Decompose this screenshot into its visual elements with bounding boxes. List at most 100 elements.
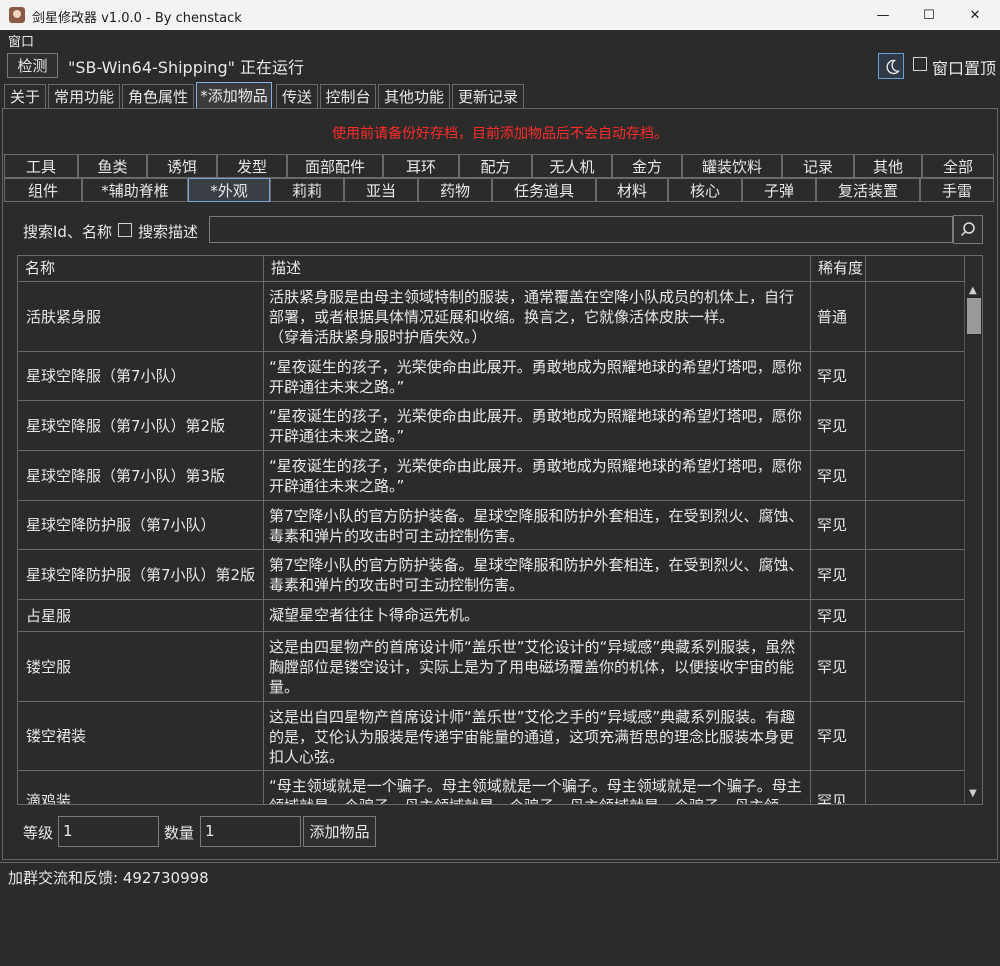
scroll-down-icon[interactable]: ▼: [969, 788, 977, 799]
item-desc-cell: 这是由四星物产的首席设计师“盖乐世”艾伦设计的“异域感”典藏系列服装，虽然胸膛部…: [264, 632, 811, 701]
category-tab[interactable]: 材料: [596, 178, 668, 202]
item-extra-cell: [866, 501, 965, 549]
close-button[interactable]: ✕: [952, 0, 998, 30]
item-desc-cell: 第7空降小队的官方防护装备。星球空降服和防护外套相连，在受到烈火、腐蚀、毒素和弹…: [264, 501, 811, 549]
category-tab[interactable]: 莉莉: [270, 178, 344, 202]
column-header-desc[interactable]: 描述: [264, 256, 811, 282]
moon-icon: [886, 59, 901, 75]
item-name-cell: 镂空裙装: [18, 702, 264, 770]
category-tab[interactable]: 复活装置: [816, 178, 920, 202]
table-row[interactable]: 滴鸡装“母主领域就是一个骗子。母主领域就是一个骗子。母主领域就是一个骗子。母主领…: [18, 771, 965, 804]
category-tab[interactable]: 其他: [854, 154, 922, 178]
item-desc-cell: 活肤紧身服是由母主领域特制的服装，通常覆盖在空降小队成员的机体上，自行部署，或者…: [264, 282, 811, 351]
item-name-cell: 星球空降服（第7小队）: [18, 352, 264, 400]
footer-contact: 加群交流和反馈: 492730998: [8, 869, 209, 887]
item-rarity-cell: 罕见: [811, 600, 866, 631]
table-row[interactable]: 星球空降服（第7小队）第3版 “星夜诞生的孩子，光荣使命由此展开。勇敢地成为照耀地…: [18, 451, 965, 501]
footer-divider: [0, 862, 1000, 863]
item-desc-cell: “星夜诞生的孩子，光荣使命由此展开。勇敢地成为照耀地球的希望灯塔吧，愿你开辟通往…: [264, 451, 811, 500]
quantity-label: 数量: [164, 824, 195, 842]
items-table[interactable]: 名称 描述 稀有度 活肤紧身服 活肤紧身服是由母主领域特制的服装，通常覆盖在空降小…: [17, 255, 983, 805]
table-row[interactable]: 占星服 凝望星空者往往卜得命运先机。 罕见: [18, 600, 965, 632]
category-tab[interactable]: 鱼类: [78, 154, 147, 178]
item-name-cell: 活肤紧身服: [18, 282, 264, 351]
category-tab[interactable]: 工具: [4, 154, 78, 178]
item-desc-cell: 凝望星空者往往卜得命运先机。: [264, 600, 811, 631]
category-tab[interactable]: 亚当: [344, 178, 418, 202]
table-row[interactable]: 星球空降防护服（第7小队） 第7空降小队的官方防护装备。星球空降服和防护外套相连，…: [18, 501, 965, 550]
item-rarity-cell: 罕见: [811, 771, 866, 804]
item-extra-cell: [866, 771, 965, 804]
category-tab[interactable]: 记录: [782, 154, 854, 178]
table-scrollbar[interactable]: ▲ ▼: [964, 282, 982, 804]
table-row[interactable]: 星球空降服（第7小队）第2版 “星夜诞生的孩子，光荣使命由此展开。勇敢地成为照耀地…: [18, 401, 965, 451]
category-tab[interactable]: *外观: [188, 178, 270, 202]
category-tab[interactable]: 发型: [217, 154, 287, 178]
table-row[interactable]: 活肤紧身服 活肤紧身服是由母主领域特制的服装，通常覆盖在空降小队成员的机体上，自行…: [18, 282, 965, 352]
main-tab[interactable]: 其他功能: [378, 84, 450, 109]
column-header-name[interactable]: 名称: [18, 256, 264, 282]
maximize-button[interactable]: ☐: [906, 0, 952, 30]
minimize-button[interactable]: —: [860, 0, 906, 30]
search-button[interactable]: [953, 215, 983, 244]
item-rarity-cell: 罕见: [811, 451, 866, 500]
item-name-cell: 星球空降防护服（第7小队）: [18, 501, 264, 549]
level-label: 等级: [23, 824, 54, 842]
main-tab[interactable]: 常用功能: [48, 84, 120, 109]
category-tab[interactable]: *辅助脊椎: [82, 178, 188, 202]
item-name-cell: 星球空降防护服（第7小队）第2版: [18, 550, 264, 599]
category-tab[interactable]: 核心: [668, 178, 742, 202]
item-rarity-cell: 罕见: [811, 501, 866, 549]
level-input[interactable]: 1: [58, 816, 159, 847]
menu-window[interactable]: 窗口: [8, 31, 34, 50]
title-bar[interactable]: 剑星修改器 v1.0.0 - By chenstack — ☐ ✕: [0, 0, 1000, 30]
main-tab[interactable]: *添加物品: [196, 82, 272, 109]
detect-button[interactable]: 检测: [7, 53, 58, 78]
search-desc-checkbox[interactable]: [118, 223, 132, 237]
category-tab[interactable]: 耳环: [383, 154, 459, 178]
scroll-thumb[interactable]: [967, 298, 981, 334]
table-row[interactable]: 星球空降服（第7小队） “星夜诞生的孩子，光荣使命由此展开。勇敢地成为照耀地球的希…: [18, 352, 965, 401]
category-tab[interactable]: 诱饵: [147, 154, 217, 178]
column-header-extra: [866, 256, 965, 282]
item-rarity-cell: 罕见: [811, 550, 866, 599]
table-row[interactable]: 星球空降防护服（第7小队）第2版 第7空降小队的官方防护装备。星球空降服和防护外套…: [18, 550, 965, 600]
category-tab[interactable]: 无人机: [532, 154, 612, 178]
item-rarity-cell: 罕见: [811, 352, 866, 400]
process-status: "SB-Win64-Shipping" 正在运行: [68, 58, 305, 77]
search-icon: [960, 222, 975, 237]
item-desc-cell: 第7空降小队的官方防护装备。星球空降服和防护外套相连，在受到烈火、腐蚀、毒素和弹…: [264, 550, 811, 599]
app-icon: [9, 7, 25, 23]
add-item-button[interactable]: 添加物品: [303, 816, 376, 847]
item-desc-cell: “星夜诞生的孩子，光荣使命由此展开。勇敢地成为照耀地球的希望灯塔吧，愿你开辟通往…: [264, 401, 811, 450]
item-desc-cell: “星夜诞生的孩子，光荣使命由此展开。勇敢地成为照耀地球的希望灯塔吧，愿你开辟通往…: [264, 352, 811, 400]
category-tab[interactable]: 手雷: [920, 178, 994, 202]
theme-toggle-button[interactable]: [878, 53, 904, 79]
main-tab[interactable]: 传送: [276, 84, 318, 109]
main-tab[interactable]: 更新记录: [452, 84, 524, 109]
pin-window-checkbox[interactable]: [913, 57, 927, 71]
backup-warning: 使用前请备份好存档，目前添加物品后不会自动存档。: [332, 126, 668, 142]
main-tab[interactable]: 关于: [4, 84, 46, 109]
search-input[interactable]: [209, 216, 953, 243]
quantity-input[interactable]: 1: [200, 816, 301, 847]
category-tab[interactable]: 任务道具: [492, 178, 596, 202]
search-desc-label: 搜索描述: [138, 223, 199, 241]
table-row[interactable]: 镂空裙装 这是出自四星物产首席设计师“盖乐世”艾伦之手的“异域感”典藏系列服装。有…: [18, 702, 965, 771]
category-tab[interactable]: 组件: [4, 178, 82, 202]
table-row[interactable]: 镂空服 这是由四星物产的首席设计师“盖乐世”艾伦设计的“异域感”典藏系列服装，虽然…: [18, 632, 965, 702]
item-rarity-cell: 罕见: [811, 702, 866, 770]
main-tab[interactable]: 控制台: [320, 84, 376, 109]
scroll-up-icon[interactable]: ▲: [969, 285, 977, 296]
category-tab[interactable]: 药物: [418, 178, 492, 202]
main-tab[interactable]: 角色属性: [122, 84, 194, 109]
category-tab[interactable]: 全部: [922, 154, 994, 178]
category-tab[interactable]: 配方: [459, 154, 532, 178]
category-tab[interactable]: 罐装饮料: [682, 154, 782, 178]
category-tab[interactable]: 金方: [612, 154, 682, 178]
column-header-rarity[interactable]: 稀有度: [811, 256, 866, 282]
category-tab[interactable]: 面部配件: [287, 154, 383, 178]
item-extra-cell: [866, 451, 965, 500]
item-name-cell: 镂空服: [18, 632, 264, 701]
category-tab[interactable]: 子弹: [742, 178, 816, 202]
